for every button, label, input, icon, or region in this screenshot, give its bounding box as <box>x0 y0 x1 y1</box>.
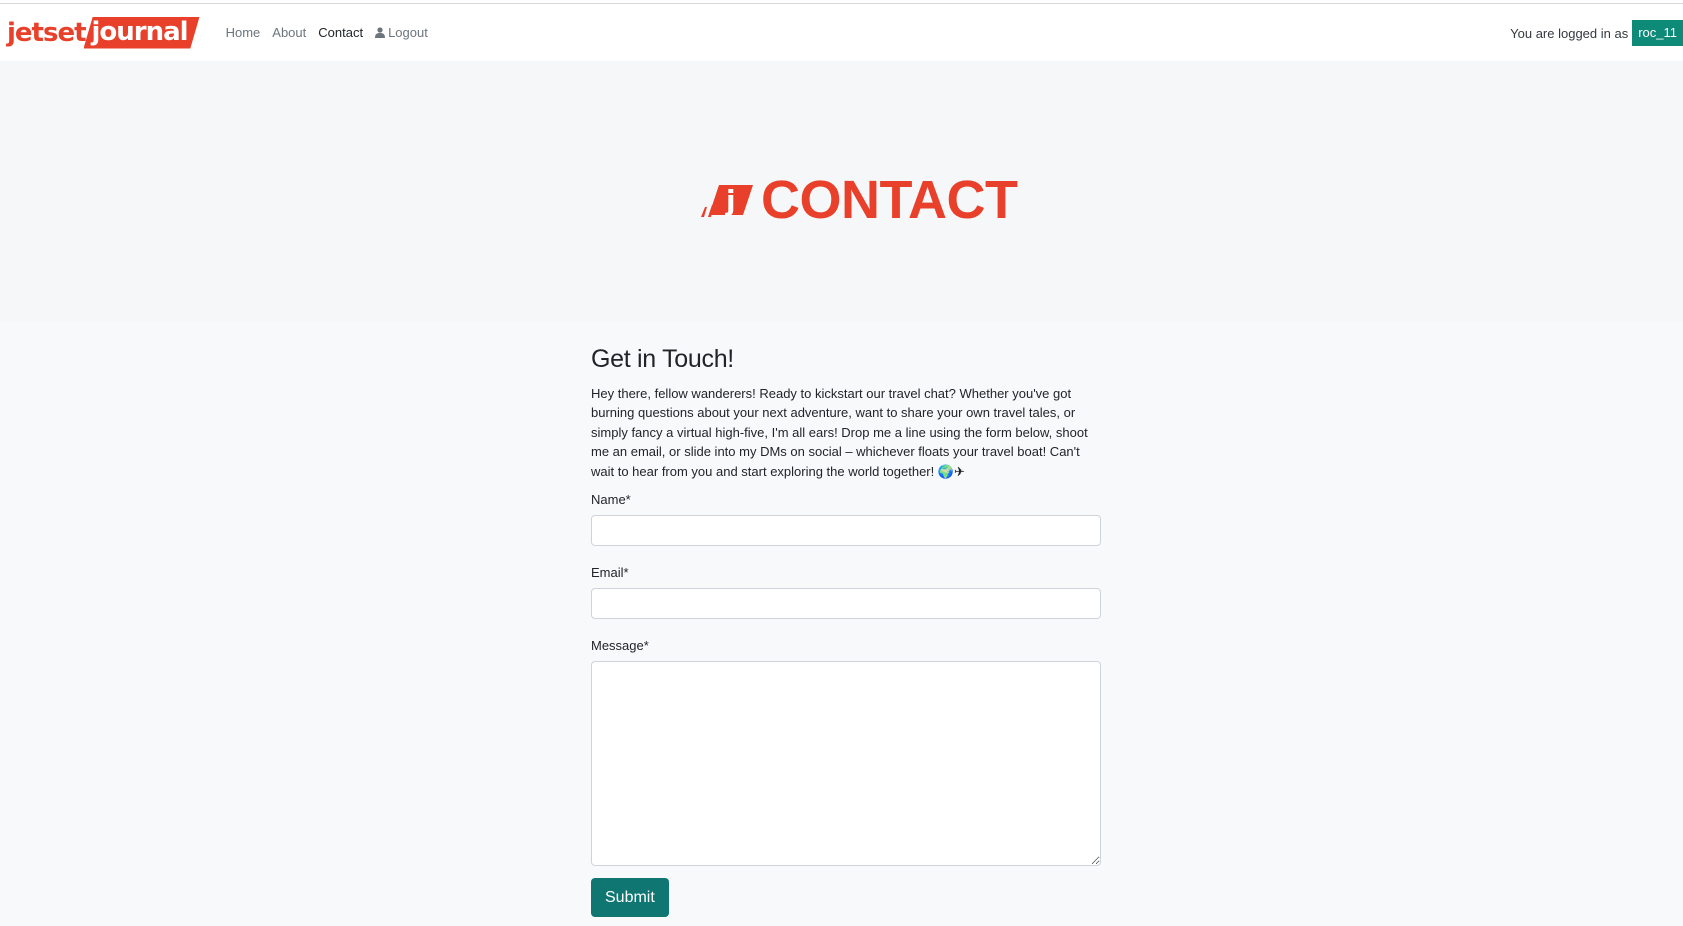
nav-links: Home About Contact Logout <box>220 17 434 48</box>
brand-logo-journal: journal <box>83 16 200 49</box>
nav-link-about[interactable]: About <box>266 17 312 48</box>
logged-in-text: You are logged in as <box>1510 25 1629 41</box>
person-icon <box>375 27 386 38</box>
contact-heading: Get in Touch! <box>591 345 734 373</box>
hero-banner: j CONTACT <box>0 61 1683 321</box>
logged-in-status: You are logged in as roc_11 <box>1510 20 1683 46</box>
contact-form: Name* Email* Message* Submit <box>591 492 1101 918</box>
svg-text:j: j <box>725 184 736 217</box>
message-field[interactable] <box>591 661 1101 867</box>
page-title: CONTACT <box>761 170 1018 230</box>
nav-link-logout-label: Logout <box>388 25 428 40</box>
message-label: Message* <box>591 638 649 654</box>
nav-link-home[interactable]: Home <box>220 17 267 48</box>
contact-section: Get in Touch! Hey there, fellow wanderer… <box>591 345 1101 918</box>
submit-button[interactable]: Submit <box>591 878 669 918</box>
name-label: Name* <box>591 492 631 508</box>
nav-link-logout[interactable]: Logout <box>369 17 434 48</box>
jetset-logo-icon: j <box>701 184 753 217</box>
email-label: Email* <box>591 565 629 581</box>
brand-logo-jetset: jetset <box>7 17 87 48</box>
contact-intro: Hey there, fellow wanderers! Ready to ki… <box>591 386 1088 479</box>
username-badge: roc_11 <box>1632 20 1683 46</box>
brand-logo[interactable]: jetset journal <box>7 15 200 51</box>
navbar: jetset journal Home About Contact Logout… <box>0 4 1683 61</box>
hero-title: j CONTACT <box>697 169 1018 231</box>
nav-link-contact[interactable]: Contact <box>312 17 369 48</box>
name-field[interactable] <box>591 515 1101 547</box>
email-field[interactable] <box>591 588 1101 620</box>
